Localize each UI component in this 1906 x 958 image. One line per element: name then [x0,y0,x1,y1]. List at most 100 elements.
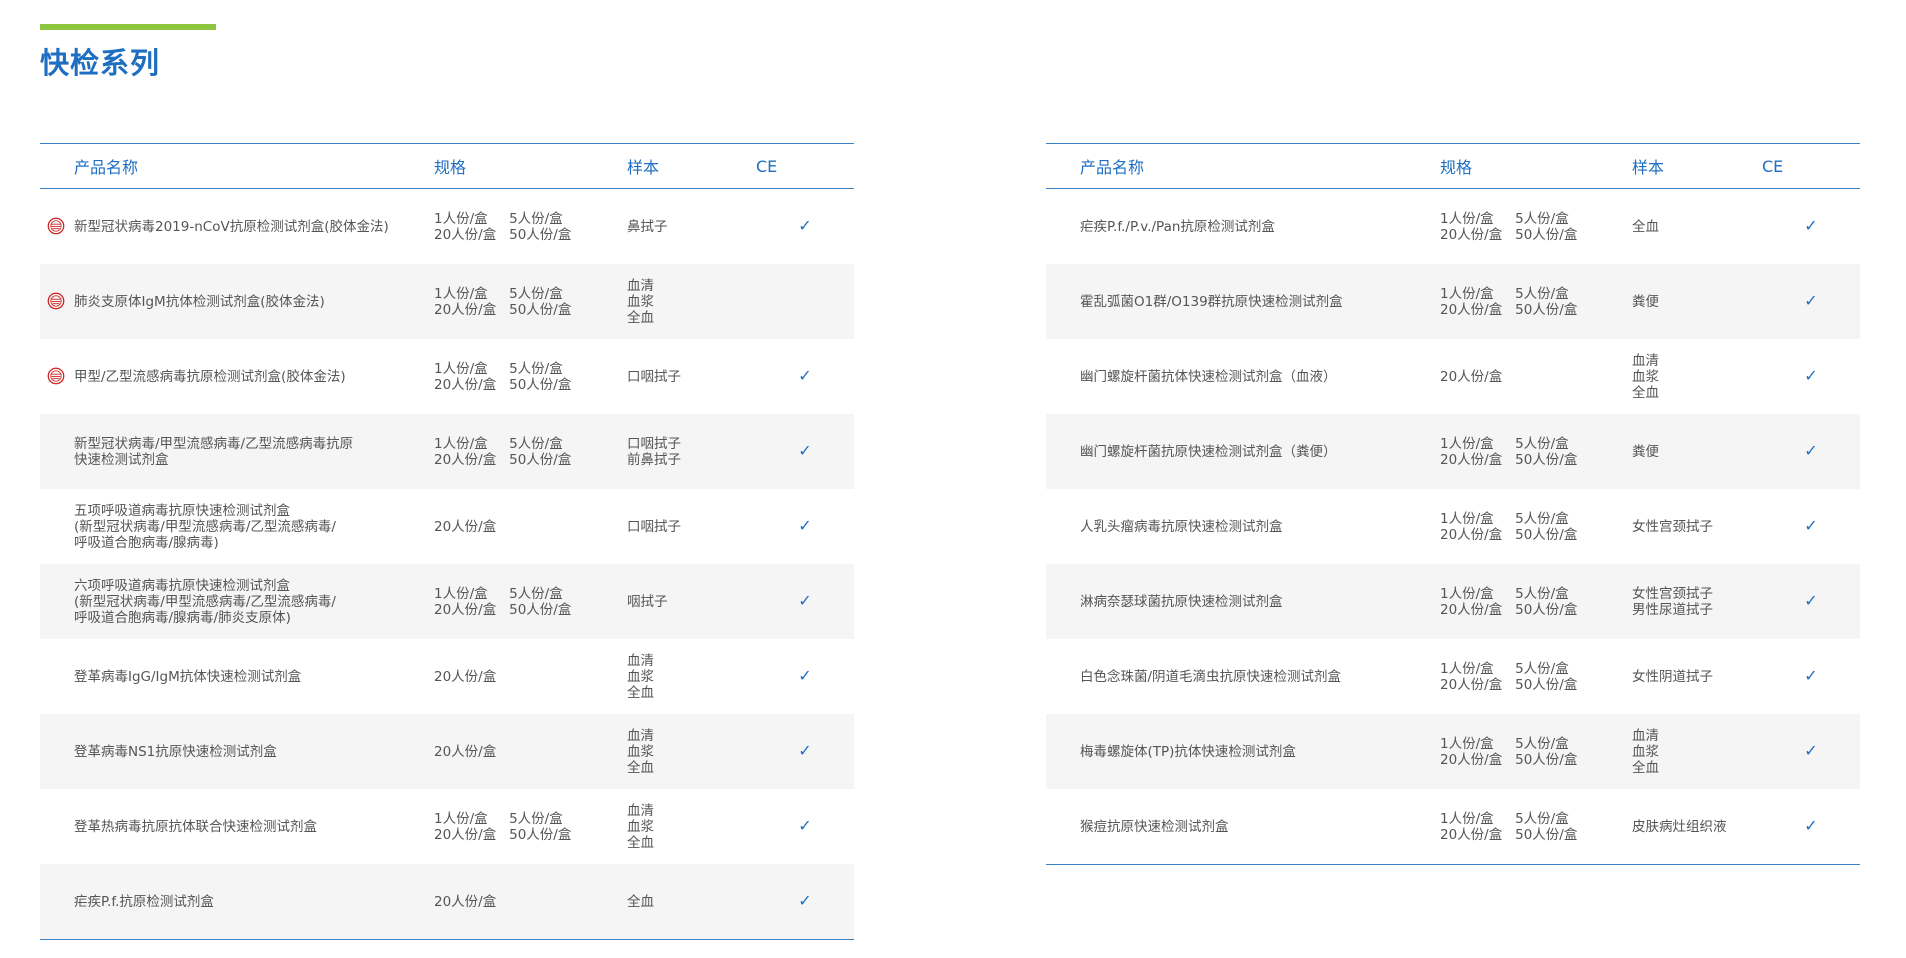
table-row: 白色念珠菌/阴道毛滴虫抗原快速检测试剂盒 1人份/盒 5人份/盒 20人份/盒 5… [1046,639,1860,714]
product-sample: 粪便 [1632,443,1659,460]
table-row: 新型冠状病毒/甲型流感病毒/乙型流感病毒抗原 快速检测试剂盒 1人份/盒 5人份/… [40,414,854,489]
sample-cell: 血清 血浆 全血 [627,789,756,864]
sample-cell: 女性宫颈拭子 男性尿道拭子 [1632,564,1762,639]
product-sample: 皮肤病灶组织液 [1632,818,1727,835]
product-name-cell: 甲型/乙型流感病毒抗原检测试剂盒(胶体金法) [40,339,434,414]
sample-cell: 咽拭子 [627,564,756,639]
sample-cell: 血清 血浆 全血 [627,264,756,339]
ce-cell: ✓ [1762,564,1860,639]
product-name: 人乳头瘤病毒抗原快速检测试剂盒 [1080,518,1283,535]
product-name: 幽门螺旋杆菌抗原快速检测试剂盒（粪便） [1080,443,1337,460]
ce-check-icon: ✓ [1804,741,1818,760]
ce-cell: ✓ [756,639,854,714]
certification-stamp-icon [47,292,65,309]
table-row: 霍乱弧菌O1群/O139群抗原快速检测试剂盒 1人份/盒 5人份/盒 20人份/盒… [1046,264,1860,339]
sample-cell: 血清 血浆 全血 [1632,339,1762,414]
product-sample: 口咽拭子 [627,368,681,385]
sample-cell: 口咽拭子 [627,339,756,414]
table-row: 幽门螺旋杆菌抗原快速检测试剂盒（粪便） 1人份/盒 5人份/盒 20人份/盒 50… [1046,414,1860,489]
table-row: 新型冠状病毒2019-nCoV抗原检测试剂盒(胶体金法) 1人份/盒 5人份/盒 … [40,189,854,265]
product-name: 甲型/乙型流感病毒抗原检测试剂盒(胶体金法) [74,368,346,385]
spec-cell: 1人份/盒 5人份/盒 20人份/盒 50人份/盒 [1440,189,1632,265]
product-name-cell: 人乳头瘤病毒抗原快速检测试剂盒 [1046,489,1440,564]
ce-check-icon: ✓ [798,216,812,235]
product-sample: 女性宫颈拭子 [1632,518,1713,535]
spec-cell: 20人份/盒 [434,489,627,564]
product-spec: 1人份/盒 5人份/盒 20人份/盒 50人份/盒 [1440,285,1578,318]
product-name: 幽门螺旋杆菌抗体快速检测试剂盒（血液） [1080,368,1337,385]
product-name-cell: 梅毒螺旋体(TP)抗体快速检测试剂盒 [1046,714,1440,789]
header-sample: 样本 [1632,143,1762,189]
product-sample: 口咽拭子 [627,518,681,535]
product-spec: 1人份/盒 5人份/盒 20人份/盒 50人份/盒 [1440,510,1578,543]
ce-check-icon: ✓ [798,741,812,760]
header-spec: 规格 [434,143,627,189]
product-sample: 全血 [627,893,654,910]
sample-cell: 血清 血浆 全血 [1632,714,1762,789]
table-row: 淋病奈瑟球菌抗原快速检测试剂盒 1人份/盒 5人份/盒 20人份/盒 50人份/盒… [1046,564,1860,639]
ce-cell: ✓ [756,714,854,789]
product-name: 五项呼吸道病毒抗原快速检测试剂盒 (新型冠状病毒/甲型流感病毒/乙型流感病毒/ … [74,502,336,551]
ce-cell: ✓ [1762,264,1860,339]
table-row: 梅毒螺旋体(TP)抗体快速检测试剂盒 1人份/盒 5人份/盒 20人份/盒 50人… [1046,714,1860,789]
product-name-cell: 霍乱弧菌O1群/O139群抗原快速检测试剂盒 [1046,264,1440,339]
product-name: 新型冠状病毒2019-nCoV抗原检测试剂盒(胶体金法) [74,218,389,235]
product-name: 登革病毒NS1抗原快速检测试剂盒 [74,743,277,760]
ce-cell: ✓ [1762,639,1860,714]
table-header-row: 产品名称 规格 样本 CE [40,143,854,189]
product-spec: 1人份/盒 5人份/盒 20人份/盒 50人份/盒 [1440,435,1578,468]
sample-cell: 血清 血浆 全血 [627,714,756,789]
title-accent-bar [40,24,216,30]
ce-check-icon: ✓ [1804,516,1818,535]
sample-cell: 女性阴道拭子 [1632,639,1762,714]
product-spec: 1人份/盒 5人份/盒 20人份/盒 50人份/盒 [1440,810,1578,843]
product-sample: 全血 [1632,218,1659,235]
ce-check-icon: ✓ [798,366,812,385]
product-name-cell: 肺炎支原体IgM抗体检测试剂盒(胶体金法) [40,264,434,339]
header-ce: CE [1762,143,1860,189]
sample-cell: 鼻拭子 [627,189,756,265]
spec-cell: 1人份/盒 5人份/盒 20人份/盒 50人份/盒 [1440,489,1632,564]
product-name: 淋病奈瑟球菌抗原快速检测试剂盒 [1080,593,1283,610]
spec-cell: 20人份/盒 [1440,339,1632,414]
product-sample: 血清 血浆 全血 [627,727,654,776]
ce-check-icon: ✓ [1804,591,1818,610]
product-sample: 血清 血浆 全血 [627,652,654,701]
product-sample: 女性阴道拭子 [1632,668,1713,685]
product-spec: 20人份/盒 [1440,368,1503,385]
product-name: 登革热病毒抗原抗体联合快速检测试剂盒 [74,818,317,835]
header-sample: 样本 [627,143,756,189]
table-row: 登革病毒IgG/IgM抗体快速检测试剂盒 20人份/盒 血清 血浆 全血 ✓ [40,639,854,714]
product-name-cell: 新型冠状病毒2019-nCoV抗原检测试剂盒(胶体金法) [40,189,434,265]
product-spec: 20人份/盒 [434,668,497,685]
table-row: 幽门螺旋杆菌抗体快速检测试剂盒（血液） 20人份/盒 血清 血浆 全血 ✓ [1046,339,1860,414]
product-name: 霍乱弧菌O1群/O139群抗原快速检测试剂盒 [1080,293,1343,310]
ce-check-icon: ✓ [798,666,812,685]
table-header-row: 产品名称 规格 样本 CE [1046,143,1860,189]
product-name-cell: 疟疾P.f./P.v./Pan抗原检测试剂盒 [1046,189,1440,265]
sample-cell: 粪便 [1632,414,1762,489]
spec-cell: 1人份/盒 5人份/盒 20人份/盒 50人份/盒 [434,564,627,639]
product-name: 新型冠状病毒/甲型流感病毒/乙型流感病毒抗原 快速检测试剂盒 [74,435,354,468]
ce-check-icon: ✓ [1804,666,1818,685]
ce-check-icon: ✓ [1804,291,1818,310]
ce-check-icon: ✓ [798,591,812,610]
certification-stamp-icon [47,367,65,384]
header-spec: 规格 [1440,143,1632,189]
ce-cell: ✓ [756,789,854,864]
product-sample: 血清 血浆 全血 [1632,352,1659,401]
product-table-right: 产品名称 规格 样本 CE 疟疾P.f./P.v./Pan抗原检测试剂盒 1人份/… [1046,143,1860,865]
product-spec: 20人份/盒 [434,743,497,760]
sample-cell: 皮肤病灶组织液 [1632,789,1762,865]
table-row: 人乳头瘤病毒抗原快速检测试剂盒 1人份/盒 5人份/盒 20人份/盒 50人份/盒… [1046,489,1860,564]
spec-cell: 1人份/盒 5人份/盒 20人份/盒 50人份/盒 [1440,564,1632,639]
product-name-cell: 幽门螺旋杆菌抗体快速检测试剂盒（血液） [1046,339,1440,414]
spec-cell: 1人份/盒 5人份/盒 20人份/盒 50人份/盒 [1440,639,1632,714]
product-name-cell: 登革病毒IgG/IgM抗体快速检测试剂盒 [40,639,434,714]
product-name: 登革病毒IgG/IgM抗体快速检测试剂盒 [74,668,302,685]
ce-check-icon: ✓ [1804,366,1818,385]
spec-cell: 1人份/盒 5人份/盒 20人份/盒 50人份/盒 [434,339,627,414]
spec-cell: 1人份/盒 5人份/盒 20人份/盒 50人份/盒 [434,789,627,864]
spec-cell: 1人份/盒 5人份/盒 20人份/盒 50人份/盒 [1440,714,1632,789]
product-name-cell: 白色念珠菌/阴道毛滴虫抗原快速检测试剂盒 [1046,639,1440,714]
